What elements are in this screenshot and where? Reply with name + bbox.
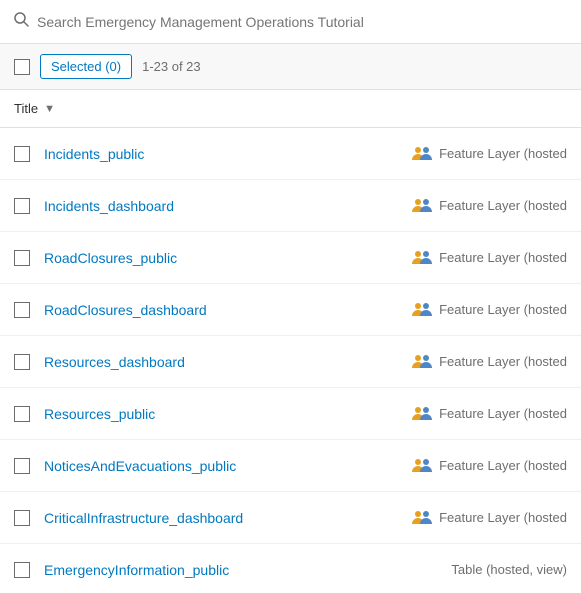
table-row: CriticalInfrastructure_dashboard Feature… — [0, 492, 581, 544]
item-type: Feature Layer (hosted — [411, 301, 567, 319]
feature-layer-icon — [411, 249, 433, 267]
item-title[interactable]: Resources_public — [44, 406, 411, 422]
item-title[interactable]: NoticesAndEvacuations_public — [44, 458, 411, 474]
table-row: Resources_dashboard Feature Layer (hoste… — [0, 336, 581, 388]
feature-layer-icon — [411, 353, 433, 371]
search-bar — [0, 0, 581, 44]
item-type-label: Table (hosted, view) — [451, 562, 567, 577]
item-checkbox[interactable] — [14, 406, 30, 422]
item-type-label: Feature Layer (hosted — [439, 354, 567, 369]
table-row: Incidents_dashboard Feature Layer (hoste… — [0, 180, 581, 232]
item-checkbox[interactable] — [14, 354, 30, 370]
item-checkbox[interactable] — [14, 302, 30, 318]
table-row: NoticesAndEvacuations_public Feature Lay… — [0, 440, 581, 492]
item-checkbox[interactable] — [14, 198, 30, 214]
item-type: Table (hosted, view) — [445, 562, 567, 577]
table-row: Resources_public Feature Layer (hosted — [0, 388, 581, 440]
item-type-label: Feature Layer (hosted — [439, 458, 567, 473]
item-type: Feature Layer (hosted — [411, 405, 567, 423]
feature-layer-icon — [411, 457, 433, 475]
item-type-label: Feature Layer (hosted — [439, 198, 567, 213]
item-type: Feature Layer (hosted — [411, 509, 567, 527]
item-type-label: Feature Layer (hosted — [439, 146, 567, 161]
item-checkbox[interactable] — [14, 562, 30, 578]
table-row: EmergencyInformation_public Table (hosted… — [0, 544, 581, 593]
item-title[interactable]: Incidents_public — [44, 146, 411, 162]
feature-layer-icon — [411, 405, 433, 423]
item-checkbox[interactable] — [14, 510, 30, 526]
feature-layer-icon — [411, 197, 433, 215]
item-type: Feature Layer (hosted — [411, 457, 567, 475]
item-type-label: Feature Layer (hosted — [439, 250, 567, 265]
item-title[interactable]: RoadClosures_public — [44, 250, 411, 266]
item-title[interactable]: EmergencyInformation_public — [44, 562, 445, 578]
table-row: Incidents_public Feature Layer (hosted — [0, 128, 581, 180]
item-type: Feature Layer (hosted — [411, 249, 567, 267]
feature-layer-icon — [411, 301, 433, 319]
item-checkbox[interactable] — [14, 250, 30, 266]
sort-arrow-icon: ▼ — [44, 103, 55, 115]
item-type: Feature Layer (hosted — [411, 197, 567, 215]
title-column-label: Title — [14, 101, 38, 116]
item-checkbox[interactable] — [14, 146, 30, 162]
item-type-label: Feature Layer (hosted — [439, 510, 567, 525]
item-title[interactable]: CriticalInfrastructure_dashboard — [44, 510, 411, 526]
item-checkbox[interactable] — [14, 458, 30, 474]
count-label: 1-23 of 23 — [142, 59, 201, 74]
select-all-checkbox[interactable] — [14, 59, 30, 75]
item-title[interactable]: RoadClosures_dashboard — [44, 302, 411, 318]
search-input[interactable] — [37, 14, 567, 30]
item-list: Incidents_public Feature Layer (hostedIn… — [0, 128, 581, 593]
title-column-header[interactable]: Title ▼ — [14, 101, 55, 116]
item-type-label: Feature Layer (hosted — [439, 302, 567, 317]
item-title[interactable]: Incidents_dashboard — [44, 198, 411, 214]
selected-button[interactable]: Selected (0) — [40, 54, 132, 79]
table-row: RoadClosures_public Feature Layer (hoste… — [0, 232, 581, 284]
column-header: Title ▼ — [0, 90, 581, 128]
table-row: RoadClosures_dashboard Feature Layer (ho… — [0, 284, 581, 336]
item-title[interactable]: Resources_dashboard — [44, 354, 411, 370]
search-icon — [14, 12, 29, 31]
item-type: Feature Layer (hosted — [411, 145, 567, 163]
feature-layer-icon — [411, 509, 433, 527]
toolbar: Selected (0) 1-23 of 23 — [0, 44, 581, 90]
feature-layer-icon — [411, 145, 433, 163]
item-type-label: Feature Layer (hosted — [439, 406, 567, 421]
item-type: Feature Layer (hosted — [411, 353, 567, 371]
